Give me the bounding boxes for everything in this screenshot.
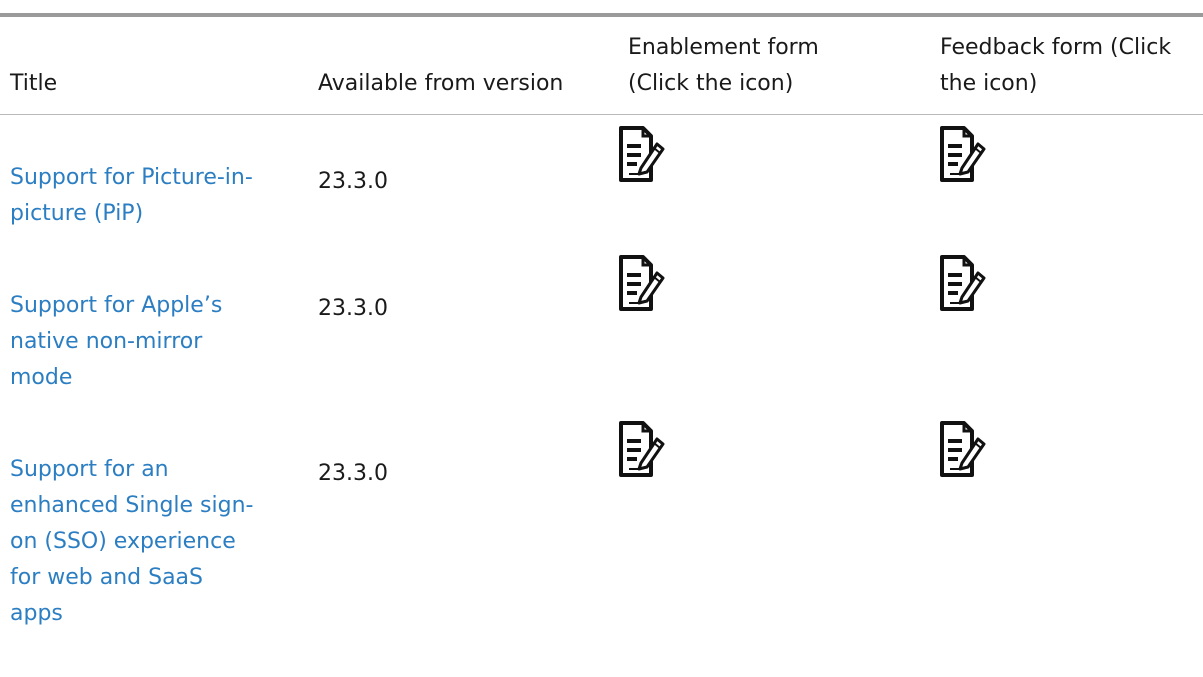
header-enablement-form: Enablement form (Click the icon): [628, 30, 928, 102]
header-feedback-line-2: the icon): [940, 71, 1038, 96]
feature-link-pip[interactable]: Support for Picture-in-picture (PiP): [10, 160, 260, 232]
top-rule: [0, 13, 1203, 17]
version-cell: 23.3.0: [318, 461, 388, 486]
header-enablement-line-2: (Click the icon): [628, 71, 794, 96]
version-cell: 23.3.0: [318, 169, 388, 194]
header-title: Title: [10, 71, 58, 96]
feature-link-enhanced-sso[interactable]: Support for an enhanced Single sign-on (…: [10, 452, 260, 632]
header-rule: [0, 114, 1203, 115]
header-feedback-line-1: Feedback form (Click: [940, 35, 1172, 60]
version-cell: 23.3.0: [318, 296, 388, 321]
form-edit-icon[interactable]: [938, 124, 1018, 182]
form-edit-icon[interactable]: [938, 419, 1018, 477]
header-version: Available from version: [318, 71, 564, 96]
form-edit-icon[interactable]: [617, 253, 697, 311]
form-edit-icon[interactable]: [617, 419, 697, 477]
feature-link-non-mirror-mode[interactable]: Support for Apple’s native non-mirror mo…: [10, 288, 260, 396]
form-edit-icon[interactable]: [938, 253, 1018, 311]
header-enablement-line-1: Enablement form: [628, 35, 819, 60]
header-feedback-form: Feedback form (Click the icon): [940, 30, 1203, 102]
form-edit-icon[interactable]: [617, 124, 697, 182]
